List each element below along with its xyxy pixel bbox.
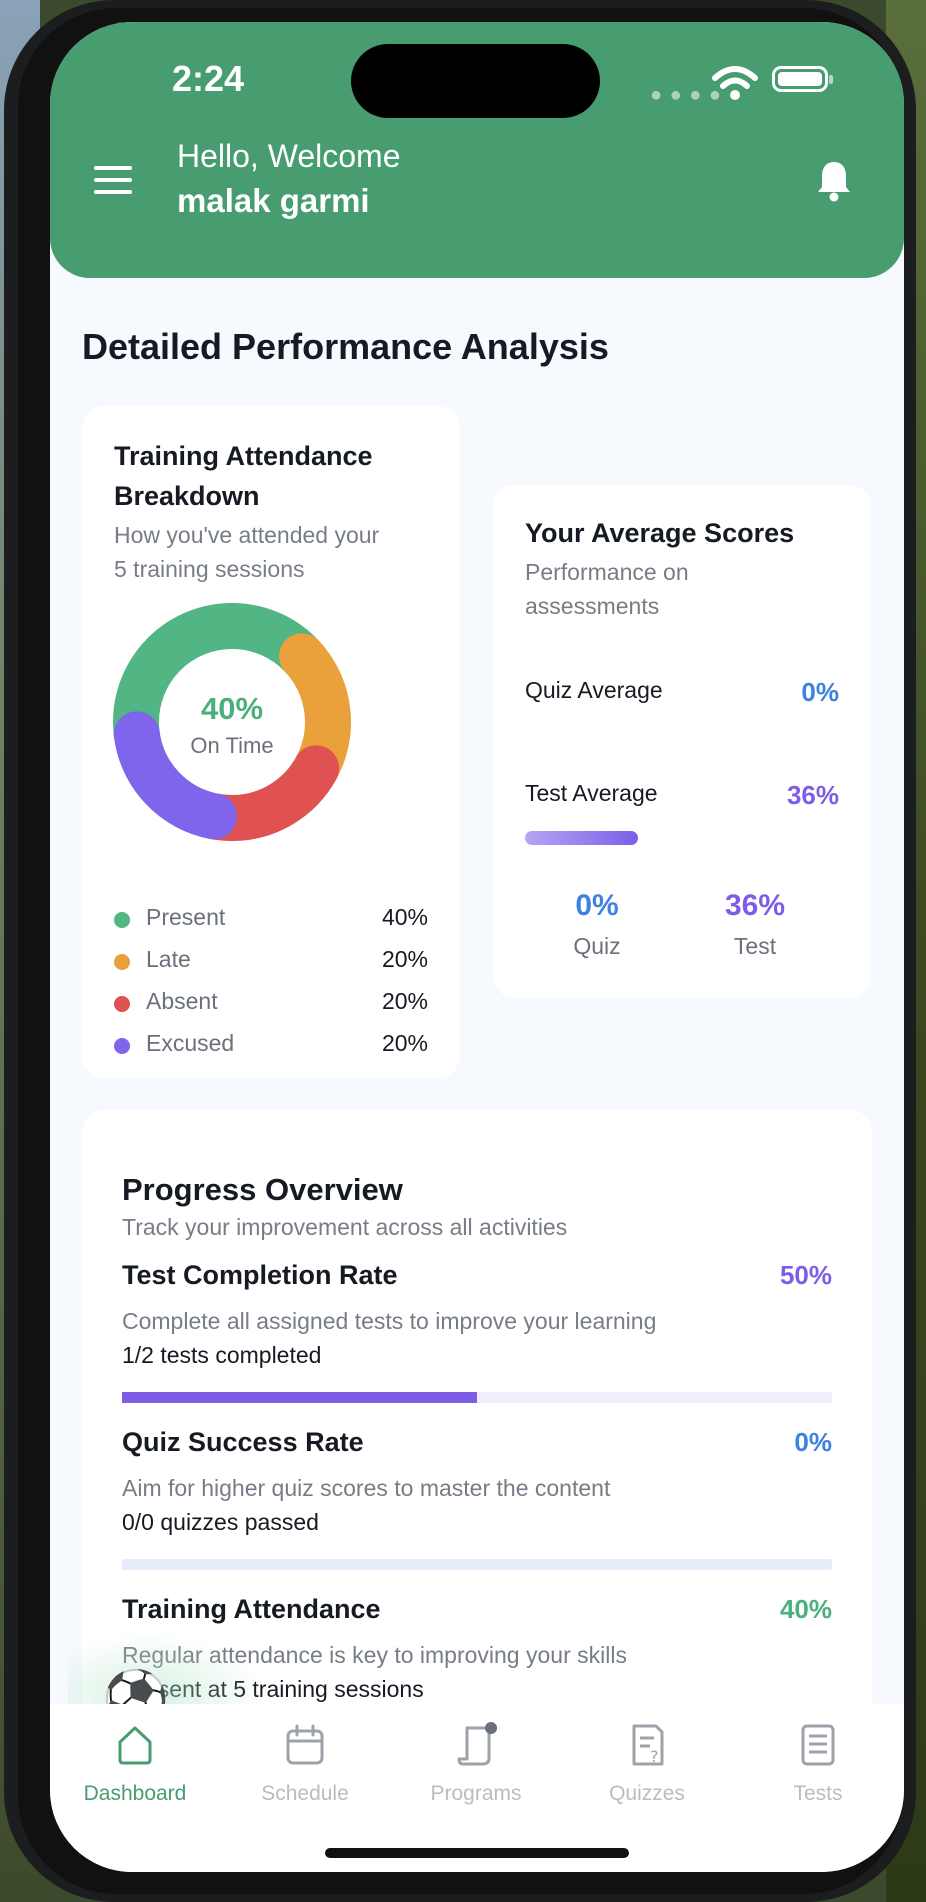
progress-item-percent: 40%: [779, 1594, 832, 1624]
svg-text:?: ?: [650, 1747, 659, 1766]
notification-bell-icon[interactable]: [816, 160, 852, 202]
legend-dot: [114, 912, 130, 928]
progress-item-description: Aim for higher quiz scores to master the…: [122, 1475, 611, 1501]
document-icon: [801, 1724, 835, 1766]
progress-bar-track: [122, 1559, 832, 1570]
scroll-icon: [457, 1722, 497, 1766]
legend-dot: [114, 1038, 130, 1054]
user-name: malak garmi: [177, 182, 370, 219]
attendance-breakdown-card: Training Attendance Breakdown How you've…: [82, 406, 460, 1078]
legend-value: 20%: [381, 1030, 428, 1056]
quiz-average-value: 0%: [801, 677, 839, 707]
tab-quizzes[interactable]: ? Quizzes: [562, 1704, 732, 1824]
summary-test-value: 36%: [724, 889, 786, 922]
legend-label: Absent: [146, 988, 218, 1014]
battery-icon: [772, 66, 833, 92]
tab-programs[interactable]: Programs: [391, 1704, 561, 1824]
home-indicator: [325, 1848, 629, 1858]
tab-tests[interactable]: Tests: [733, 1704, 903, 1824]
legend-row-excused: Excused 20%: [114, 1028, 428, 1062]
test-average-bar: [525, 831, 638, 845]
progress-bar-fill: [122, 1392, 477, 1403]
progress-item-percent: 0%: [794, 1427, 832, 1457]
progress-item-percent: 50%: [779, 1260, 832, 1290]
progress-bar-track: [122, 1392, 832, 1403]
progress-overview-title: Progress Overview: [122, 1172, 403, 1207]
attendance-card-title-line2: Breakdown: [114, 481, 260, 511]
progress-item-title: Quiz Success Rate: [122, 1427, 364, 1457]
menu-icon[interactable]: [94, 166, 132, 196]
summary-quiz-value: 0%: [575, 889, 619, 922]
tab-label: Tests: [793, 1782, 843, 1805]
tab-label: Dashboard: [83, 1782, 187, 1805]
legend-row-late: Late 20%: [114, 944, 428, 978]
legend-value: 20%: [381, 946, 428, 972]
progress-item-description: Complete all assigned tests to improve y…: [122, 1308, 657, 1334]
home-icon: [118, 1726, 152, 1765]
progress-item-count: 0/0 quizzes passed: [122, 1509, 319, 1535]
donut-center-label: On Time: [190, 733, 274, 758]
attendance-card-subtitle-line1: How you've attended your: [114, 522, 380, 548]
legend-value: 20%: [381, 988, 428, 1014]
tab-schedule[interactable]: Schedule: [220, 1704, 390, 1824]
tab-dashboard[interactable]: Dashboard: [50, 1704, 220, 1824]
legend-dot: [114, 996, 130, 1012]
tab-label: Quizzes: [609, 1782, 685, 1805]
scores-card-subtitle-line1: Performance on: [525, 559, 689, 585]
calendar-icon: [286, 1724, 324, 1765]
tab-label: Programs: [430, 1782, 522, 1805]
progress-item-count: 1/2 tests completed: [122, 1342, 322, 1368]
average-scores-card: Your Average Scores Performance on asses…: [493, 485, 871, 998]
app-screen: 2:24 ● ● ● ● Hello, Welcome malak garmi …: [50, 22, 904, 1872]
app-header: 2:24 ● ● ● ● Hello, Welcome malak garmi: [50, 22, 904, 278]
scores-card-subtitle-line2: assessments: [525, 593, 660, 619]
legend-row-present: Present 40%: [114, 902, 428, 936]
legend-label: Excused: [146, 1030, 235, 1056]
legend-row-absent: Absent 20%: [114, 986, 428, 1020]
wifi-icon: [712, 66, 758, 100]
progress-overview-subtitle: Track your improvement across all activi…: [122, 1214, 568, 1240]
attendance-card-title-line1: Training Attendance: [114, 441, 373, 471]
legend-label: Late: [146, 946, 191, 972]
status-time: 2:24: [172, 58, 245, 99]
progress-item-title: Training Attendance: [122, 1594, 381, 1624]
bottom-tab-bar: Dashboard Schedule Programs ? Quizzes Te…: [50, 1704, 904, 1872]
scores-card-title: Your Average Scores: [525, 518, 795, 548]
greeting-text: Hello, Welcome: [177, 138, 401, 174]
legend-value: 40%: [381, 904, 428, 930]
donut-center-percent: 40%: [200, 691, 264, 726]
tab-label: Schedule: [261, 1782, 349, 1805]
dynamic-island: [351, 44, 600, 118]
quiz-icon: ?: [632, 1724, 664, 1766]
legend-dot: [114, 954, 130, 970]
summary-quiz-label: Quiz: [573, 933, 621, 959]
test-average-label: Test Average: [525, 780, 658, 806]
legend-label: Present: [146, 904, 226, 930]
quiz-average-label: Quiz Average: [525, 677, 663, 703]
page-title: Detailed Performance Analysis: [82, 326, 609, 367]
summary-test-label: Test: [733, 933, 777, 959]
test-average-value: 36%: [786, 780, 839, 810]
progress-item-title: Test Completion Rate: [122, 1260, 398, 1290]
attendance-card-subtitle-line2: 5 training sessions: [114, 556, 305, 582]
